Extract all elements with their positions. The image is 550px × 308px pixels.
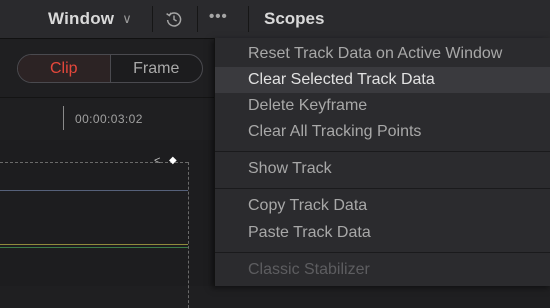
playhead-marker[interactable]	[63, 106, 64, 130]
reset-icon[interactable]	[164, 9, 184, 29]
track-curve-green	[0, 247, 188, 248]
toolbar-divider	[248, 6, 249, 32]
menu-item-paste-track-data[interactable]: Paste Track Data	[215, 220, 550, 246]
scopes-button[interactable]: Scopes	[264, 9, 324, 29]
toolbar: Window ∨ ••• Scopes	[0, 0, 550, 39]
track-end-line	[188, 162, 189, 308]
chevron-down-icon: ∨	[122, 11, 132, 26]
menu-separator	[215, 151, 550, 152]
frame-mode-button[interactable]: Frame	[111, 55, 203, 82]
menu-separator	[215, 188, 550, 189]
menu-item-show-track[interactable]: Show Track	[215, 156, 550, 182]
track-graph[interactable]: < ◆	[0, 140, 214, 308]
toolbar-divider	[152, 6, 153, 32]
clip-mode-button[interactable]: Clip	[18, 55, 111, 82]
clip-frame-toggle: Clip Frame	[17, 54, 203, 83]
menu-item-copy-track-data[interactable]: Copy Track Data	[215, 193, 550, 219]
menu-item-classic-stabilizer: Classic Stabilizer	[248, 261, 370, 278]
track-curve-blue	[0, 190, 188, 191]
options-context-menu: Reset Track Data on Active Window Clear …	[214, 38, 550, 286]
track-curve-yellow	[0, 244, 188, 245]
timecode-display: 00:00:03:02	[75, 112, 143, 126]
menu-item-clear-all-tracking-points[interactable]: Clear All Tracking Points	[215, 119, 550, 145]
window-menu-label: Window	[48, 9, 115, 28]
menu-item-clear-selected-track-data[interactable]: Clear Selected Track Data	[215, 67, 550, 93]
window-menu-button[interactable]: Window ∨	[48, 8, 132, 30]
keyframe-diamond-icon[interactable]: ◆	[169, 155, 177, 166]
menu-item-reset-track-data[interactable]: Reset Track Data on Active Window	[215, 41, 550, 67]
menu-item-delete-keyframe[interactable]: Delete Keyframe	[215, 93, 550, 119]
toolbar-divider	[197, 6, 198, 32]
more-options-icon[interactable]: •••	[209, 8, 228, 25]
previous-keyframe-icon[interactable]: <	[154, 155, 160, 167]
menu-separator	[215, 252, 550, 253]
tracker-panel: Clip Frame 00:00:03:02 < ◆	[0, 39, 214, 308]
timecode-ruler[interactable]: 00:00:03:02	[0, 97, 214, 141]
